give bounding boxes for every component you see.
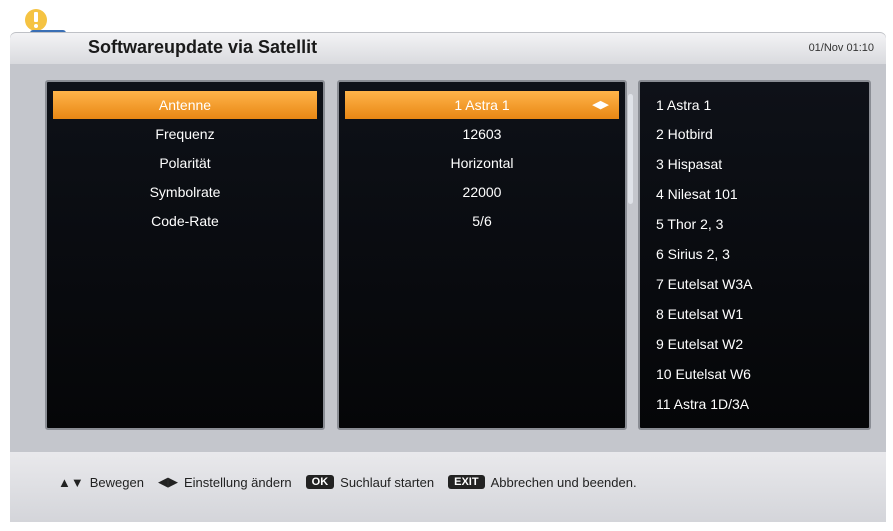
settings-value-panel: 1 Astra 1 ◀▶ 12603 Horizontal 22000 5/6: [337, 80, 627, 430]
help-exit-label: Abbrechen und beenden.: [490, 474, 637, 490]
satellite-item[interactable]: 4 Nilesat 101: [656, 180, 856, 208]
setting-value-frequenz[interactable]: 12603: [345, 120, 619, 148]
scrollbar[interactable]: [628, 94, 633, 204]
left-right-arrows-icon: ◀▶: [592, 99, 609, 111]
satellite-item[interactable]: 2 Hotbird: [656, 120, 856, 148]
help-text-row: ▲▼ Bewegen ◀▶ Einstellung ändern OK Such…: [58, 474, 637, 490]
title-bar: Softwareupdate via Satellit 01/Nov 01:10: [10, 32, 886, 64]
setting-label-symbolrate[interactable]: Symbolrate: [53, 178, 317, 206]
satellite-item[interactable]: 6 Sirius 2, 3: [656, 240, 856, 268]
satellite-item[interactable]: 10 Eutelsat W6: [656, 360, 856, 388]
satellite-item[interactable]: 11 Astra 1D/3A: [656, 390, 856, 418]
satellite-item[interactable]: 3 Hispasat: [656, 150, 856, 178]
setting-value-code-rate[interactable]: 5/6: [345, 207, 619, 235]
setting-value-symbolrate[interactable]: 22000: [345, 178, 619, 206]
date-time: 01/Nov 01:10: [808, 42, 874, 54]
page-title: Softwareupdate via Satellit: [88, 37, 318, 57]
satellite-item[interactable]: 1 Astra 1: [656, 91, 856, 119]
up-down-arrows-icon: ▲▼: [58, 474, 84, 490]
satellite-item[interactable]: 7 Eutelsat W3A: [656, 270, 856, 298]
satellite-list-panel: 1 Astra 1 2 Hotbird 3 Hispasat 4 Nilesat…: [628, 80, 871, 430]
setting-label-code-rate[interactable]: Code-Rate: [53, 207, 317, 235]
help-change-label: Einstellung ändern: [183, 474, 292, 490]
setting-value-polaritaet[interactable]: Horizontal: [345, 149, 619, 177]
setting-label-antenne[interactable]: Antenne: [53, 91, 317, 119]
satellite-item[interactable]: 9 Eutelsat W2: [656, 330, 856, 358]
help-bar: ▲▼ Bewegen ◀▶ Einstellung ändern OK Such…: [10, 452, 886, 522]
help-ok-label: Suchlauf starten: [340, 474, 435, 490]
setting-label-frequenz[interactable]: Frequenz: [53, 120, 317, 148]
left-right-arrows-icon: ◀▶: [157, 474, 178, 489]
setting-label-polaritaet[interactable]: Polarität: [53, 149, 317, 177]
exit-key: EXIT: [448, 475, 485, 489]
satellite-item[interactable]: 8 Eutelsat W1: [656, 300, 856, 328]
main-frame: Antenne Frequenz Polarität Symbolrate Co…: [10, 64, 886, 452]
ok-key: OK: [305, 475, 335, 489]
setting-value-antenne[interactable]: 1 Astra 1 ◀▶: [345, 91, 619, 119]
settings-label-panel: Antenne Frequenz Polarität Symbolrate Co…: [45, 80, 325, 430]
help-move-label: Bewegen: [89, 474, 144, 490]
satellite-item[interactable]: 5 Thor 2, 3: [656, 210, 856, 238]
